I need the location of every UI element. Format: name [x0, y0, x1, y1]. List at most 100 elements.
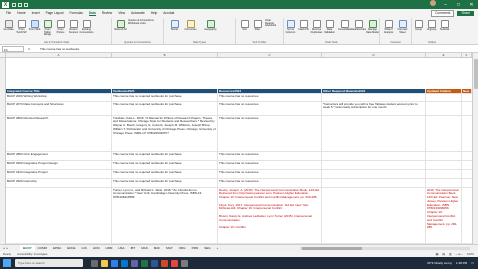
maximize-button[interactable]: □	[452, 0, 465, 9]
tab-formulas[interactable]: Formulas	[70, 11, 83, 15]
recent-sources-button[interactable]: Recent Sources	[67, 20, 80, 34]
textbooks-cell[interactable]: This course has no required textbooks fo…	[112, 94, 218, 101]
updated-citation-cell[interactable]	[426, 116, 462, 151]
taskbar-search-input[interactable]: Type here to search	[15, 259, 83, 267]
updated-citation-cell[interactable]	[426, 170, 462, 178]
other-materials-cell[interactable]	[322, 161, 426, 169]
other-materials-cell[interactable]	[322, 94, 426, 101]
resources-cell[interactable]: Devito, Joseph, A. (2016). The interpers…	[218, 188, 322, 243]
text-to-columns-button[interactable]: Text to Columns	[284, 20, 297, 34]
updated-citation-cell[interactable]	[426, 94, 462, 101]
updated-citation-cell[interactable]: 2016. The interpersonal Communication Bo…	[426, 188, 462, 243]
flash-fill-button[interactable]: Flash Fill	[297, 20, 310, 32]
tab-review[interactable]: Review	[102, 11, 112, 15]
consolidate-button[interactable]: Consolidate	[338, 20, 351, 32]
save-icon[interactable]	[18, 2, 22, 7]
textbooks-cell[interactable]: This course has no required textbooks fo…	[112, 179, 218, 187]
minimize-button[interactable]: –	[439, 0, 452, 9]
other-materials-cell[interactable]	[322, 170, 426, 178]
manage-data-model-button[interactable]: Manage Data Model	[366, 20, 379, 34]
excel-taskbar-icon[interactable]	[141, 259, 148, 267]
close-button[interactable]: ✕	[465, 0, 478, 9]
textbooks-cell[interactable]: This course has no required textbooks fo…	[112, 152, 218, 160]
textbooks-cell[interactable]: Turner, Lynn H., and Richard L. West. 20…	[112, 188, 218, 243]
file-explorer-icon[interactable]	[101, 259, 108, 267]
course-title-cell[interactable]: BACP 2070 Data Concepts and Structures	[6, 102, 112, 115]
tab-insert[interactable]: Insert	[32, 11, 40, 15]
header-cell[interactable]: New	[462, 89, 472, 93]
teams-icon[interactable]	[131, 259, 138, 267]
weather-text[interactable]: 60°F Mostly sunny	[427, 261, 452, 265]
from-text-csv-button[interactable]: From Text/CSV	[15, 20, 28, 34]
edge-icon[interactable]	[111, 259, 118, 267]
filter-options[interactable]: Clear Reapply Advanced	[265, 19, 283, 28]
share-button[interactable]: Share	[457, 10, 474, 16]
clock[interactable]: 1:48 PM	[456, 261, 467, 265]
name-box[interactable]: F4	[2, 45, 24, 52]
powerpoint-icon[interactable]	[161, 259, 168, 267]
notifications-icon[interactable]: ▭	[471, 261, 474, 265]
windows-start-icon[interactable]	[3, 259, 11, 267]
textbooks-cell[interactable]: This course has no required textbooks fo…	[112, 170, 218, 178]
zoom-level[interactable]: 100%	[467, 252, 474, 256]
other-materials-cell[interactable]: *Instructors will provide you with a fre…	[322, 102, 426, 115]
avatar[interactable]	[430, 0, 436, 6]
from-web-button[interactable]: From Web	[28, 20, 41, 32]
filter-button[interactable]: Filter	[251, 20, 264, 32]
updated-citation-cell[interactable]	[426, 152, 462, 160]
tab-file[interactable]: File	[6, 11, 11, 15]
tab-page-layout[interactable]: Page Layout	[46, 11, 64, 15]
tab-view[interactable]: View	[118, 11, 125, 15]
course-title-cell[interactable]: BACP 2910 Integrative Project	[6, 170, 112, 178]
ungroup-button[interactable]: Ungroup	[425, 20, 438, 32]
from-table-range-button[interactable]: From Table/ Range	[41, 20, 54, 37]
scroll-thumb[interactable]	[474, 59, 478, 89]
textbooks-cell[interactable]: Turabian, Kate L. 2018. *A Manual for Wr…	[112, 116, 218, 151]
data-validation-button[interactable]: Data Validation	[323, 20, 336, 34]
relationships-button[interactable]: Relationships	[351, 20, 366, 32]
resources-cell[interactable]: This course has no resources.	[218, 102, 322, 115]
header-cell[interactable]: Textbooks2024	[112, 89, 218, 93]
header-cell[interactable]: Other Required Materials2024	[322, 89, 426, 93]
other-materials-cell[interactable]	[322, 116, 426, 151]
tab-help[interactable]: Help	[151, 11, 158, 15]
other-materials-cell[interactable]	[322, 188, 426, 243]
stocks-button[interactable]: Stocks	[168, 20, 181, 32]
queries-connections-button[interactable]: Queries & Connections Workbook Links	[128, 19, 162, 25]
other-materials-cell[interactable]	[322, 179, 426, 187]
undo-icon[interactable]	[24, 2, 28, 7]
outlook-icon[interactable]	[121, 259, 128, 267]
comments-button[interactable]: Comments	[431, 9, 455, 17]
resources-cell[interactable]: This course has no resources.	[218, 116, 322, 151]
refresh-all-button[interactable]: Refresh All	[114, 20, 127, 32]
header-cell[interactable]: Updated Citation	[426, 89, 462, 93]
tab-automate[interactable]: Automate	[131, 11, 145, 15]
course-title-cell[interactable]: BACP 2920 Internship	[6, 179, 112, 187]
resources-cell[interactable]: This course has no resources.	[218, 94, 322, 101]
updated-citation-cell[interactable]	[426, 179, 462, 187]
word-icon[interactable]	[151, 259, 158, 267]
group-button[interactable]: Group	[412, 20, 425, 32]
course-title-cell[interactable]	[6, 188, 112, 243]
textbooks-cell[interactable]: This course has no required textbooks fo…	[112, 161, 218, 169]
existing-connections-button[interactable]: Existing Connections	[80, 20, 93, 34]
app-icon[interactable]	[181, 259, 188, 267]
remove-duplicates-button[interactable]: Remove Duplicates	[310, 20, 323, 34]
tab-acrobat[interactable]: Acrobat	[163, 11, 174, 15]
scroll-thumb[interactable]	[302, 246, 362, 250]
accessibility-status[interactable]: Accessibility: Investigate	[17, 252, 47, 256]
updated-citation-cell[interactable]	[426, 161, 462, 169]
currencies-button[interactable]: Currencies	[184, 20, 197, 32]
course-title-cell[interactable]: BACP 2800 Civic Engagement	[6, 152, 112, 160]
horizontal-scrollbar[interactable]	[300, 246, 470, 250]
tab-home[interactable]: Home	[17, 11, 26, 15]
acrobat-icon[interactable]	[171, 259, 178, 267]
course-title-cell[interactable]: BACP 2000 Writing Workshop	[6, 94, 112, 101]
task-view-icon[interactable]	[91, 259, 98, 267]
updated-citation-cell[interactable]	[426, 102, 462, 115]
formula-input[interactable]: This course has no textbooks.	[40, 47, 80, 51]
resources-cell[interactable]: This course has no resources.	[218, 161, 322, 169]
zoom-slider[interactable]: —●—	[456, 252, 463, 256]
course-title-cell[interactable]: BACP 2900 Integrative Project Design	[6, 161, 112, 169]
page-layout-icon[interactable]: ▤	[442, 252, 445, 256]
